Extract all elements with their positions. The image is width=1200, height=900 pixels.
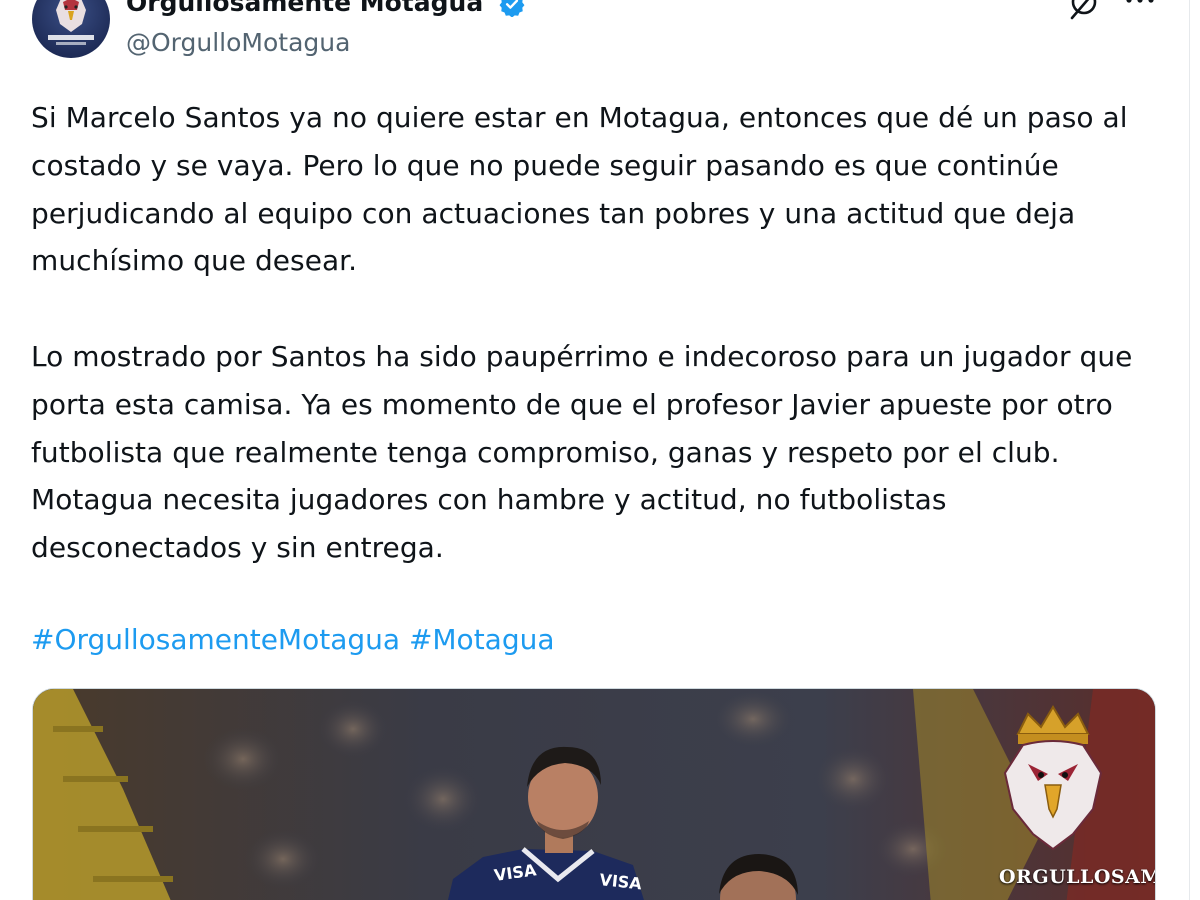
avatar[interactable] xyxy=(32,0,110,58)
tweet-header: Orgullosamente Motagua @OrgulloMotagua xyxy=(0,0,1189,80)
grok-icon[interactable] xyxy=(1066,0,1102,22)
column-divider xyxy=(1189,0,1190,900)
verified-badge-icon xyxy=(499,0,525,17)
tweet-hashtags: #OrgullosamenteMotagua #Motagua xyxy=(31,620,555,660)
photo-scene: VISA VISA xyxy=(33,689,1155,900)
avatar-logo xyxy=(48,0,94,45)
user-handle[interactable]: @OrgulloMotagua xyxy=(126,26,350,60)
hashtag-link[interactable]: #Motagua xyxy=(409,623,555,656)
tweet-media-photo[interactable]: VISA VISA ORGULLOSAMENTE xyxy=(32,688,1156,900)
hashtag-link[interactable]: #OrgullosamenteMotagua xyxy=(31,623,400,656)
tweet-text: Si Marcelo Santos ya no quiere estar en … xyxy=(31,101,1133,565)
display-name[interactable]: Orgullosamente Motagua xyxy=(126,0,483,20)
more-options-icon[interactable] xyxy=(1124,0,1156,10)
photo-watermark-text: ORGULLOSAMENTE xyxy=(999,866,1155,888)
